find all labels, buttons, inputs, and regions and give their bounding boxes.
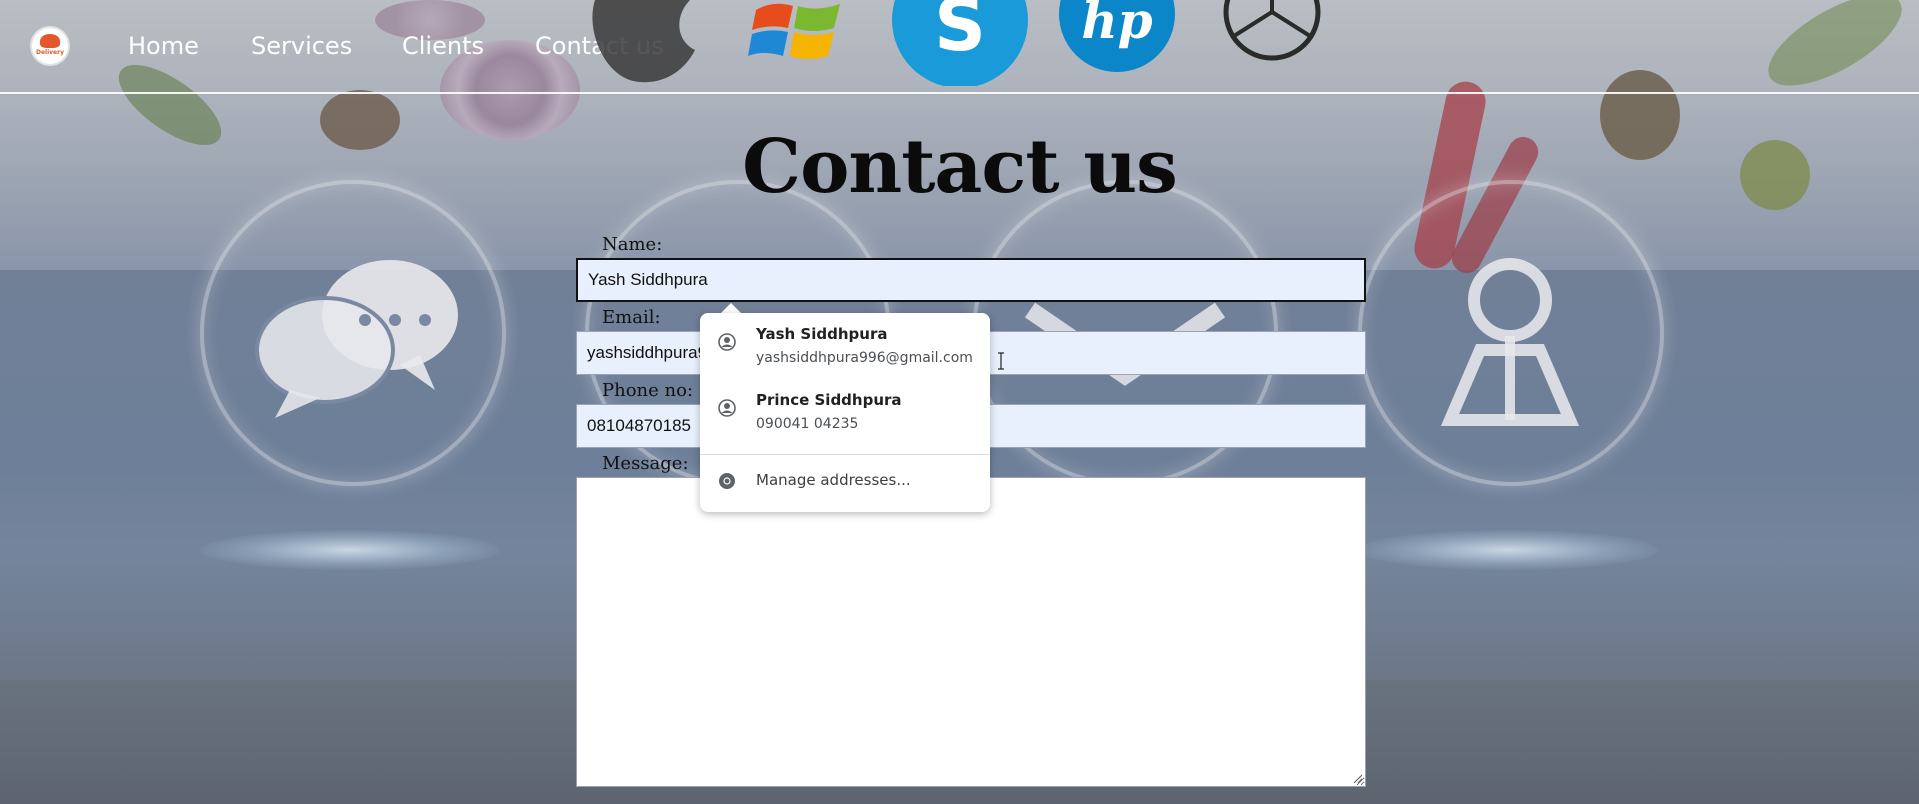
manage-addresses-button[interactable]: Manage addresses... [700, 459, 990, 503]
logo-text: Delivery [35, 49, 64, 56]
account-circle-icon [718, 399, 736, 417]
nav-clients-link[interactable]: Clients [402, 32, 484, 60]
mercedes-logo-icon [1223, 0, 1321, 61]
email-label: Email: [602, 307, 661, 328]
chrome-icon [719, 473, 735, 489]
account-circle-icon [718, 333, 736, 351]
popup-divider [700, 454, 990, 455]
autofill-suggestion[interactable]: Yash Siddhpura yashsiddhpura996@gmail.co… [700, 313, 990, 377]
manage-addresses-label: Manage addresses... [756, 471, 911, 489]
autofill-popup: Yash Siddhpura yashsiddhpura996@gmail.co… [700, 313, 990, 512]
nav-home-link[interactable]: Home [128, 32, 199, 60]
autofill-suggestion[interactable]: Prince Siddhpura 090041 04235 [700, 379, 990, 443]
autofill-popup-arrow [721, 303, 741, 313]
scooter-icon [40, 34, 60, 48]
windows-logo-icon [748, 3, 840, 59]
apple-logo-icon [592, 0, 695, 83]
nav-services-link[interactable]: Services [251, 32, 352, 60]
suggestion-detail: yashsiddhpura996@gmail.com [756, 350, 973, 366]
top-navbar: Delivery Home Services Clients Contact u… [0, 0, 1919, 94]
text-cursor-icon [998, 352, 1004, 370]
message-textarea[interactable] [576, 477, 1366, 787]
message-label: Message: [602, 453, 689, 474]
skype-logo-icon: S [892, 0, 1028, 86]
svg-text:hp: hp [1081, 0, 1152, 50]
name-field[interactable] [576, 258, 1366, 302]
resize-grip-icon[interactable] [1352, 773, 1362, 783]
svg-text:S: S [934, 0, 986, 67]
delivery-logo[interactable]: Delivery [32, 28, 68, 64]
hp-logo-icon: hp [1059, 0, 1175, 72]
suggestion-name: Prince Siddhpura [756, 391, 902, 409]
suggestion-detail: 090041 04235 [756, 416, 859, 432]
suggestion-name: Yash Siddhpura [756, 325, 888, 343]
phone-label: Phone no: [602, 380, 694, 401]
page-title: Contact us [742, 124, 1178, 210]
name-label: Name: [602, 234, 663, 255]
